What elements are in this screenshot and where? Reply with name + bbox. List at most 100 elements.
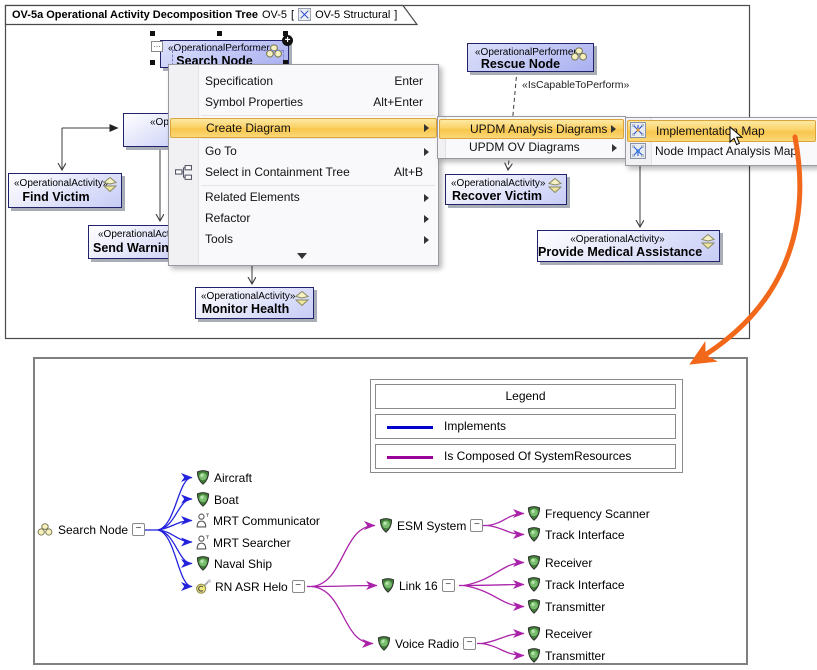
menu-shortcut: Alt+Enter <box>373 92 423 113</box>
tree-node-mrt-communicator[interactable]: MRT Communicator <box>196 512 320 529</box>
tree-node-naval-ship[interactable]: Naval Ship <box>196 555 272 572</box>
menu-item-implementation-map[interactable]: Implementation Map <box>627 120 816 142</box>
tree-node-track-interface-esm[interactable]: Track Interface <box>527 526 625 543</box>
smart-manipulator-plus[interactable]: + <box>282 35 293 46</box>
collapse-button[interactable]: − <box>292 580 305 593</box>
tree-node-label[interactable]: Transmitter <box>545 649 605 663</box>
resource-icon <box>196 492 210 507</box>
menu-item-label: Select in Containment Tree <box>205 165 350 179</box>
tree-node-link-16[interactable]: Link 16 − <box>381 577 455 594</box>
resource-icon <box>527 626 541 641</box>
collapse-button[interactable]: − <box>132 523 145 536</box>
menu-item-label: Symbol Properties <box>205 95 303 109</box>
menu-item-symbol-properties[interactable]: Symbol Properties Alt+Enter <box>199 92 436 113</box>
tree-node-label[interactable]: MRT Communicator <box>213 514 320 528</box>
collapse-button[interactable]: − <box>442 579 455 592</box>
diagram-tab-title: OV-5a Operational Activity Decomposition… <box>12 8 397 21</box>
menu-item-label: Refactor <box>205 211 250 225</box>
tree-node-aircraft[interactable]: Aircraft <box>196 469 252 486</box>
collapse-button[interactable]: − <box>463 637 476 650</box>
submenu-arrow-icon <box>611 125 616 133</box>
tree-node-label[interactable]: Voice Radio <box>395 637 459 651</box>
menu-item-go-to[interactable]: Go To <box>199 141 436 162</box>
resource-icon <box>527 599 541 614</box>
tree-node-label[interactable]: MRT Searcher <box>213 536 291 550</box>
containment-tree-icon <box>175 165 192 181</box>
resize-handle[interactable] <box>217 31 222 36</box>
node-name: Send Warning <box>93 241 177 255</box>
tree-node-label[interactable]: ESM System <box>397 519 466 533</box>
menu-item-node-impact-analysis-map[interactable]: Node Impact Analysis Map <box>626 141 816 162</box>
menu-item-create-diagram[interactable]: Create Diagram <box>170 118 437 138</box>
resource-icon <box>196 556 210 571</box>
person-icon <box>196 513 209 528</box>
find-victim-box[interactable]: «OperationalActivity» Find Victim <box>8 173 122 208</box>
tree-node-track-interface-link16[interactable]: Track Interface <box>527 576 625 593</box>
menu-item-related-elements[interactable]: Related Elements <box>199 187 436 208</box>
tree-node-label[interactable]: Frequency Scanner <box>545 507 650 521</box>
tree-node-label[interactable]: Link 16 <box>399 579 438 593</box>
tree-node-voice-radio[interactable]: Voice Radio − <box>377 635 476 652</box>
resource-icon <box>527 555 541 570</box>
activity-icon <box>103 177 117 192</box>
tree-node-label[interactable]: Transmitter <box>545 600 605 614</box>
node-name: Recover Victim <box>446 189 548 203</box>
provide-medical-assistance-box[interactable]: «OperationalActivity» Provide Medical As… <box>537 230 720 262</box>
tree-node-label[interactable]: Receiver <box>545 627 592 641</box>
menu-item-label: Node Impact Analysis Map <box>655 144 797 158</box>
menu-scroll-more-icon[interactable] <box>297 253 307 259</box>
submenu-arrow-icon <box>612 144 617 152</box>
resize-handle[interactable] <box>150 60 155 65</box>
menu-item-updm-ov-diagrams[interactable]: UPDM OV Diagrams <box>438 138 624 157</box>
tree-node-label[interactable]: Boat <box>214 493 239 507</box>
menu-item-label: Implementation Map <box>656 124 765 138</box>
activity-icon <box>548 178 562 193</box>
menu-item-label: Specification <box>205 74 273 88</box>
menu-item-specification[interactable]: Specification Enter <box>199 71 436 92</box>
tree-node-label[interactable]: RN ASR Helo <box>215 580 288 594</box>
tree-node-label[interactable]: Aircraft <box>214 471 252 485</box>
diagram-ref: OV-5 Structural <box>315 9 390 21</box>
tree-node-esm-system[interactable]: ESM System − <box>379 517 483 534</box>
tree-node-mrt-searcher[interactable]: MRT Searcher <box>196 534 291 551</box>
tree-node-frequency-scanner[interactable]: Frequency Scanner <box>527 505 650 522</box>
tree-node-label[interactable]: Naval Ship <box>214 557 272 571</box>
tree-node-receiver-voice[interactable]: Receiver <box>527 625 592 642</box>
tree-node-rn-asr-helo[interactable]: RN ASR Helo − <box>196 578 305 595</box>
menu-item-refactor[interactable]: Refactor <box>199 208 436 229</box>
tree-node-search-node[interactable]: Search Node − <box>36 521 145 538</box>
composed-line-swatch <box>387 456 433 459</box>
rescue-node-box[interactable]: «OperationalPerformer» Rescue Node <box>467 43 594 72</box>
tree-node-label[interactable]: Search Node <box>58 523 128 537</box>
menu-item-updm-analysis-diagrams[interactable]: UPDM Analysis Diagrams <box>439 119 624 139</box>
context-menu: Specification Enter Symbol Properties Al… <box>168 64 439 266</box>
diagram-type: OV-5 <box>262 9 287 21</box>
resource-icon <box>527 506 541 521</box>
tree-node-label[interactable]: Track Interface <box>545 528 625 542</box>
diagram-title: OV-5a Operational Activity Decomposition… <box>12 9 258 21</box>
performer-icon <box>569 47 589 61</box>
submenu-arrow-icon <box>424 236 429 244</box>
node-name: Provide Medical Assistance <box>538 245 697 259</box>
tree-node-transmitter-link16[interactable]: Transmitter <box>527 598 605 615</box>
diagram-icon <box>298 8 311 21</box>
person-icon <box>196 535 209 550</box>
tree-node-label[interactable]: Receiver <box>545 556 592 570</box>
activity-icon <box>701 234 715 249</box>
tree-node-receiver-link16[interactable]: Receiver <box>527 554 592 571</box>
resize-handle[interactable] <box>150 31 155 36</box>
legend-title: Legend <box>505 389 545 403</box>
menu-item-label: Related Elements <box>205 190 300 204</box>
menu-item-select-in-containment-tree[interactable]: Select in Containment Tree Alt+B <box>199 162 436 183</box>
monitor-health-box[interactable]: «OperationalActivity» Monitor Health <box>195 287 314 319</box>
tree-node-boat[interactable]: Boat <box>196 491 239 508</box>
node-name: Monitor Health <box>196 302 295 316</box>
recover-victim-box[interactable]: «OperationalActivity» Recover Victim <box>445 174 567 205</box>
collapse-button[interactable]: − <box>470 519 483 532</box>
resource-icon <box>196 470 210 485</box>
tree-node-label[interactable]: Track Interface <box>545 578 625 592</box>
smart-manipulator-dots[interactable]: … <box>151 41 163 52</box>
menu-item-tools[interactable]: Tools <box>199 229 436 250</box>
tree-node-transmitter-voice[interactable]: Transmitter <box>527 647 605 664</box>
menu-separator <box>201 138 435 139</box>
